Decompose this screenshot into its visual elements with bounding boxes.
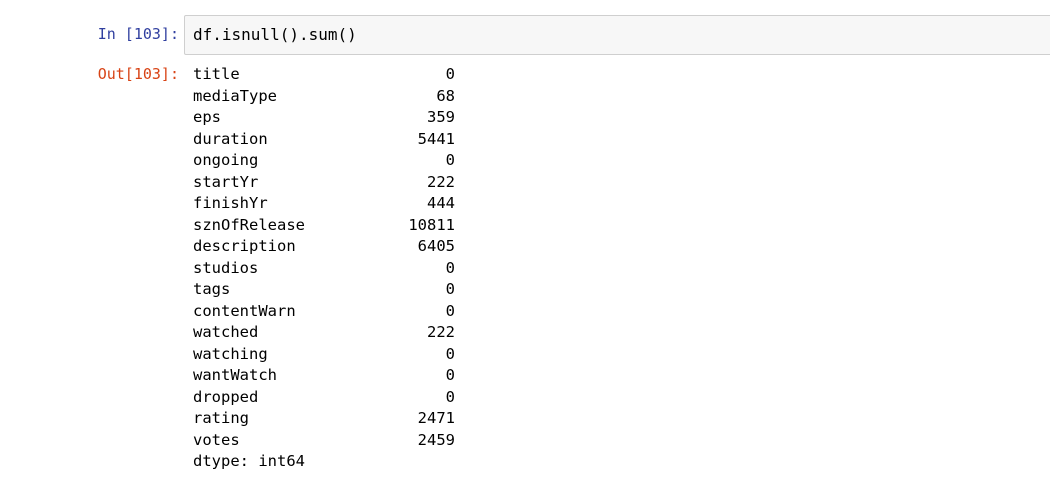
output-row: watched 222 — [193, 322, 455, 344]
column-name: finishYr — [193, 194, 268, 212]
column-name: votes — [193, 430, 240, 449]
series-output: title 0 mediaType 68 eps 359 duration 5441 ongoi… — [193, 64, 455, 451]
column-name: watched — [193, 323, 259, 341]
null-count: 0 — [445, 258, 455, 277]
output-row: sznOfRelease 10811 — [193, 215, 455, 237]
column-name: wantWatch — [193, 366, 277, 384]
output-row: dropped 0 — [193, 387, 455, 409]
column-name: duration — [193, 129, 268, 148]
output-row: wantWatch 0 — [193, 365, 455, 387]
column-name: mediaType — [193, 86, 277, 105]
null-count: 0 — [445, 366, 455, 384]
column-name: description — [193, 237, 296, 255]
column-name: tags — [193, 280, 231, 298]
dtype-line: dtype: int64 — [193, 452, 305, 470]
output-row: studios 0 — [193, 258, 455, 280]
null-count: 2471 — [417, 409, 455, 427]
output-row: contentWarn 0 — [193, 301, 455, 323]
output-row: startYr 222 — [193, 172, 455, 194]
column-name: sznOfRelease — [193, 215, 305, 234]
null-count: 0 — [445, 65, 455, 83]
output-row: title 0 — [193, 64, 455, 86]
input-prompt: In [103]: — [97, 25, 179, 43]
null-count: 0 — [445, 301, 455, 320]
output-row: watching 0 — [193, 344, 455, 366]
null-count: 10811 — [408, 215, 455, 234]
null-count: 444 — [427, 194, 455, 212]
column-name: contentWarn — [193, 301, 296, 320]
column-name: rating — [193, 409, 249, 427]
null-count: 0 — [445, 344, 455, 363]
column-name: title — [193, 65, 240, 83]
null-count: 68 — [436, 86, 455, 105]
column-name: startYr — [193, 172, 259, 191]
column-name: studios — [193, 258, 259, 277]
output-area: title 0 mediaType 68 eps 359 duration 5441 ongoi… — [193, 64, 455, 473]
output-row: mediaType 68 — [193, 86, 455, 108]
column-name: ongoing — [193, 151, 259, 169]
output-row: ongoing 0 — [193, 150, 455, 172]
null-count: 359 — [427, 108, 455, 126]
code-input-area[interactable]: df.isnull().sum() — [184, 15, 1050, 55]
column-name: dropped — [193, 387, 259, 406]
output-row: finishYr 444 — [193, 193, 455, 215]
null-count: 222 — [427, 172, 455, 191]
output-row: rating 2471 — [193, 408, 455, 430]
output-row: eps 359 — [193, 107, 455, 129]
output-row: duration 5441 — [193, 129, 455, 151]
null-count: 222 — [427, 323, 455, 341]
null-count: 0 — [445, 387, 455, 406]
null-count: 5441 — [417, 129, 455, 148]
null-count: 2459 — [417, 430, 455, 449]
null-count: 0 — [445, 280, 455, 298]
column-name: eps — [193, 108, 221, 126]
output-prompt: Out[103]: — [97, 65, 179, 83]
output-row: tags 0 — [193, 279, 455, 301]
code-text[interactable]: df.isnull().sum() — [193, 25, 357, 44]
output-row: votes 2459 — [193, 430, 455, 452]
null-count: 6405 — [417, 237, 455, 255]
output-row: description 6405 — [193, 236, 455, 258]
column-name: watching — [193, 344, 268, 363]
null-count: 0 — [445, 151, 455, 169]
